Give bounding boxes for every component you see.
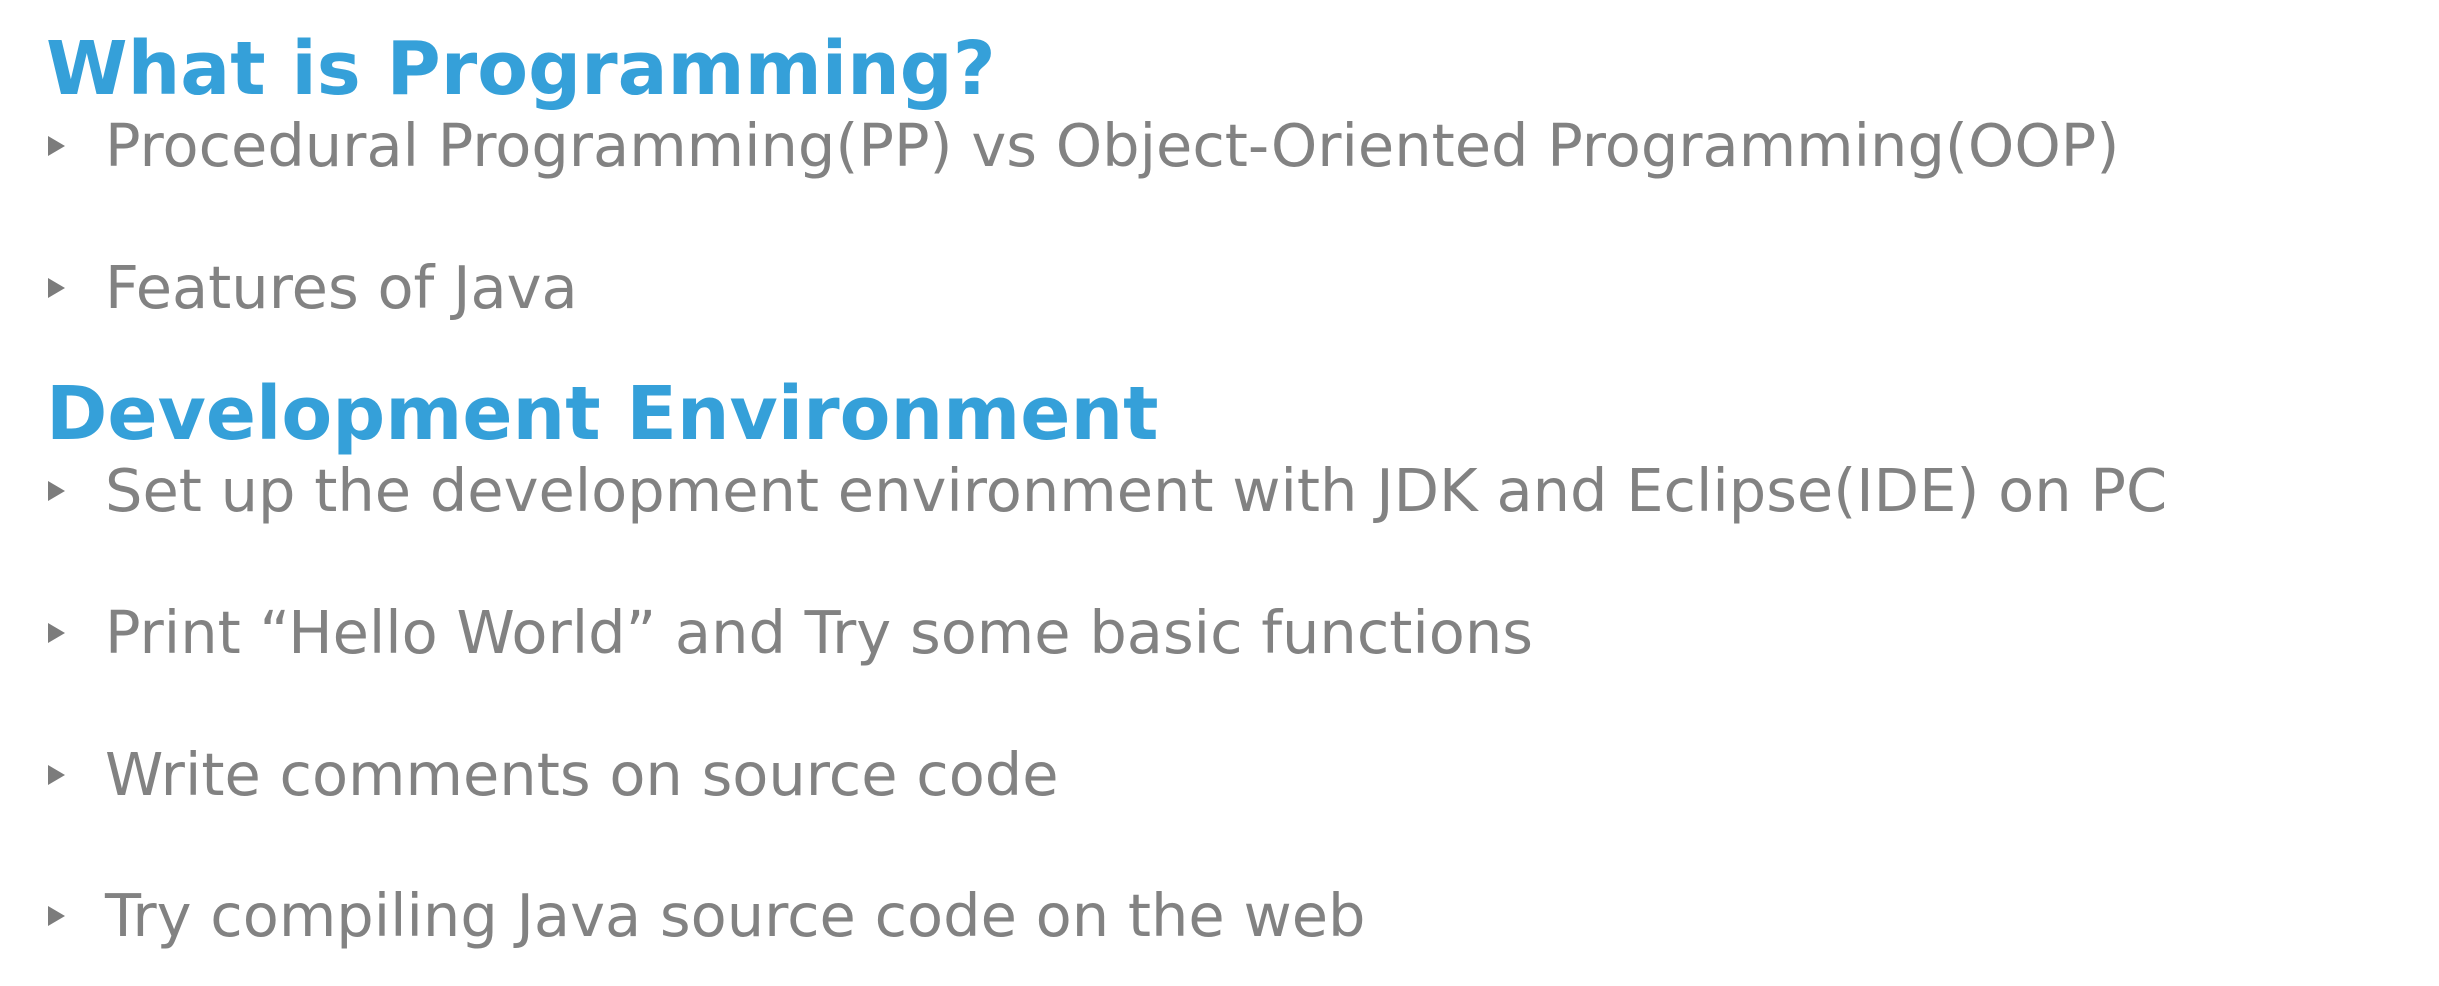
- list-item: Write comments on source code: [48, 745, 1059, 804]
- list-item-text: Features of Java: [105, 253, 578, 322]
- triangle-right-icon: [48, 905, 65, 926]
- list-item-text: Set up the development environment with …: [105, 456, 2168, 525]
- triangle-right-icon: [48, 480, 65, 501]
- list-item-text: Procedural Programming(PP) vs Object-Ori…: [105, 111, 2120, 180]
- list-item-text: Print “Hello World” and Try some basic f…: [105, 598, 1534, 667]
- section-heading-development: Development Environment: [46, 371, 1159, 457]
- list-item-text: Try compiling Java source code on the we…: [105, 881, 1366, 950]
- list-item-text: Write comments on source code: [105, 740, 1059, 809]
- triangle-right-icon: [48, 277, 65, 298]
- list-item: Print “Hello World” and Try some basic f…: [48, 603, 1533, 662]
- slide: What is Programming? Procedural Programm…: [0, 0, 2439, 986]
- list-item: Set up the development environment with …: [48, 461, 2167, 520]
- section-heading-programming: What is Programming?: [46, 26, 996, 112]
- triangle-right-icon: [48, 622, 65, 643]
- list-item: Features of Java: [48, 258, 578, 317]
- list-item: Try compiling Java source code on the we…: [48, 886, 1365, 945]
- triangle-right-icon: [48, 135, 65, 156]
- list-item: Procedural Programming(PP) vs Object-Ori…: [48, 116, 2119, 175]
- triangle-right-icon: [48, 764, 65, 785]
